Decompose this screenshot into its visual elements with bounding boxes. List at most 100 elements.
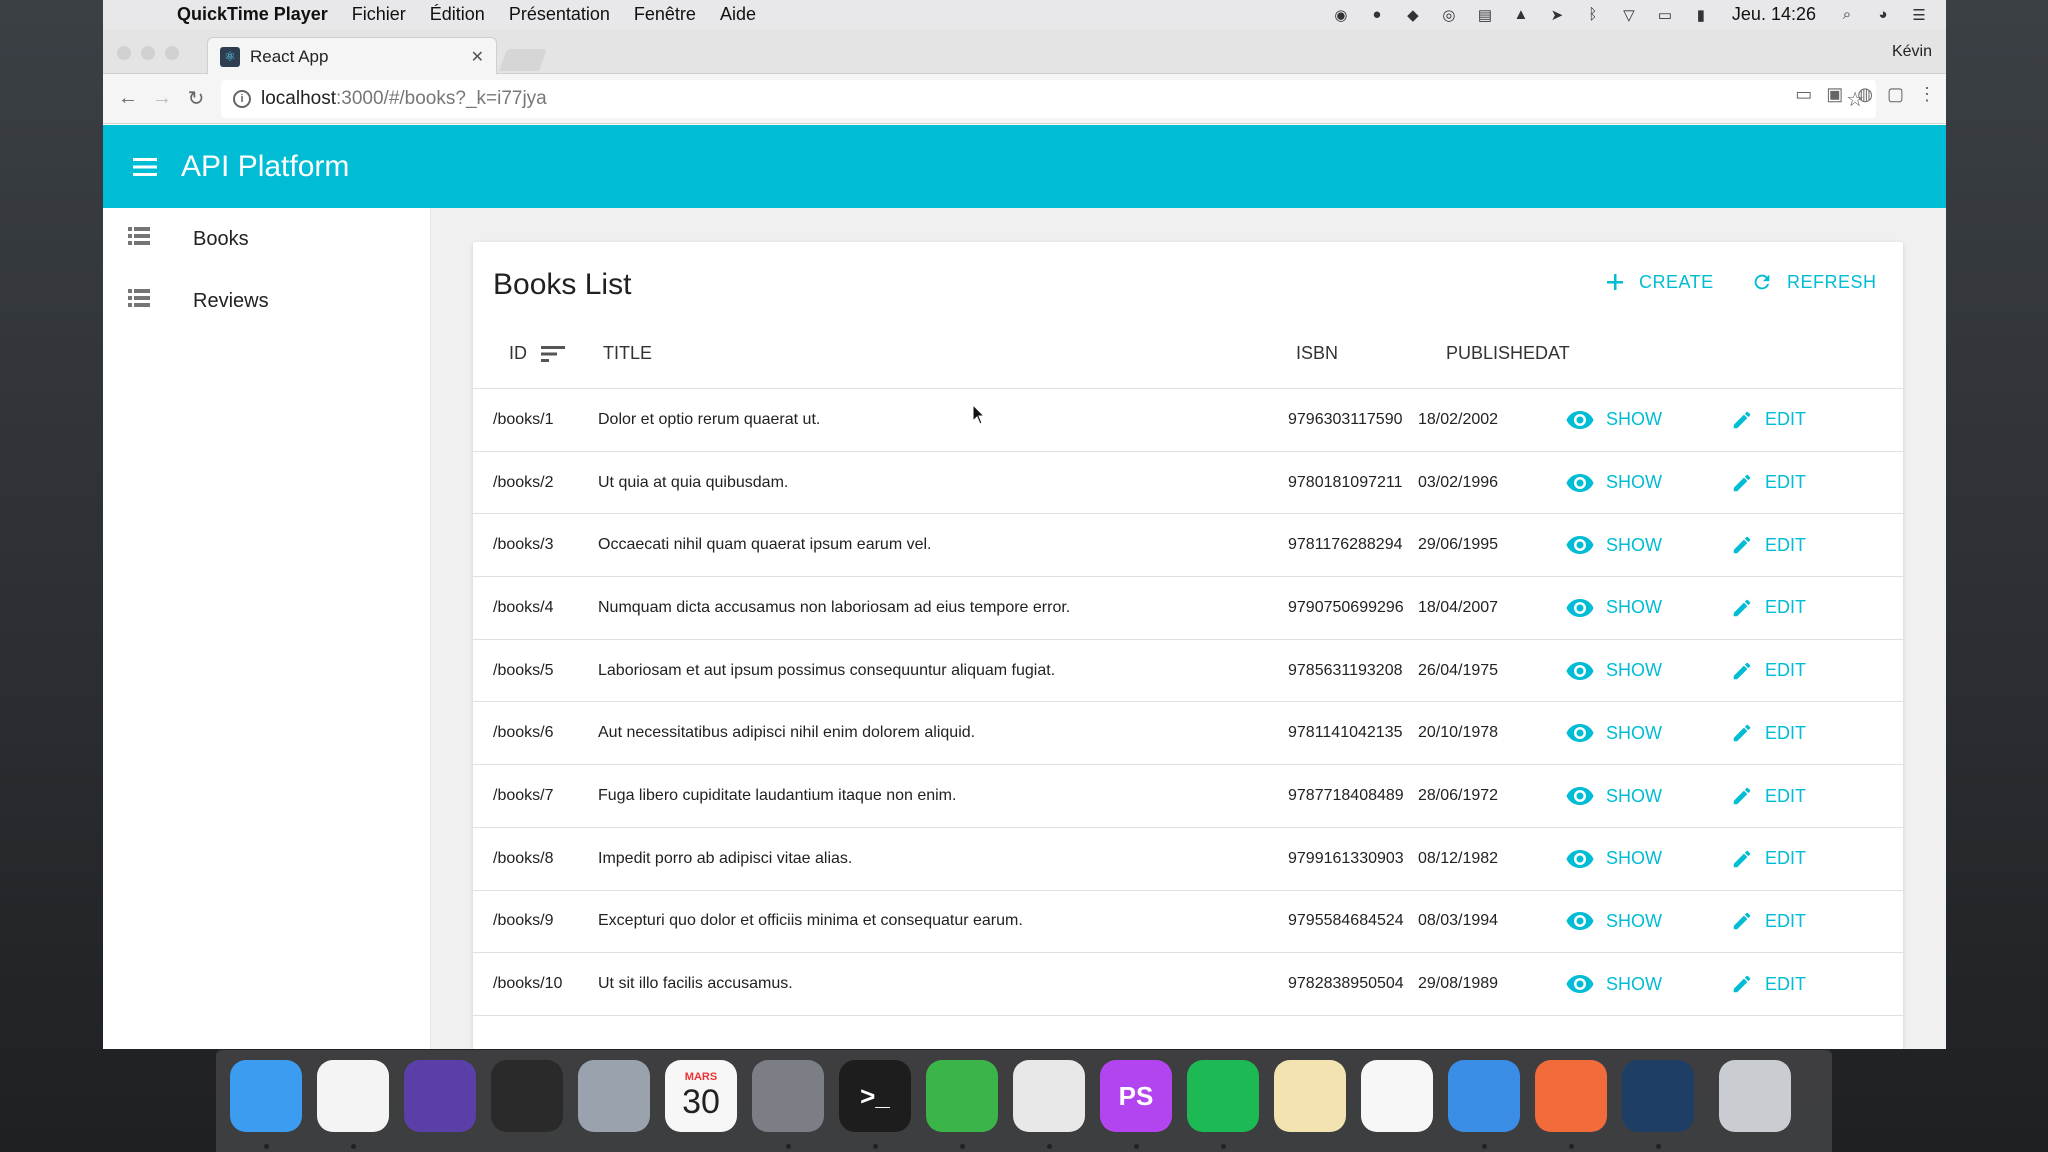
finder-icon[interactable]	[230, 1060, 302, 1132]
table-row[interactable]: /books/6 Aut necessitatibus adipisci nih…	[473, 703, 1903, 766]
extension-icon[interactable]: ▣	[1826, 84, 1843, 105]
evernote-tray-icon[interactable]: ◆	[1402, 6, 1424, 24]
menubar-item-edition[interactable]: Édition	[430, 4, 485, 25]
quicktime-icon[interactable]	[1622, 1060, 1694, 1132]
menubar-item-presentation[interactable]: Présentation	[509, 4, 610, 25]
show-button[interactable]: SHOW	[1566, 703, 1662, 765]
sidebar-item-reviews[interactable]: Reviews	[103, 270, 430, 332]
table-row[interactable]: /books/2 Ut quia at quia quibusdam. 9780…	[473, 452, 1903, 515]
terminal-icon[interactable]: >_	[839, 1060, 911, 1132]
cell-isbn: 9785631193208	[1288, 661, 1403, 679]
extension-3-icon[interactable]: ▢	[1887, 84, 1904, 105]
show-button[interactable]: SHOW	[1566, 577, 1662, 639]
creative-cloud-icon[interactable]: ◎	[1438, 6, 1460, 24]
show-button[interactable]: SHOW	[1566, 953, 1662, 1015]
table-row[interactable]: /books/4 Numquam dicta accusamus non lab…	[473, 577, 1903, 640]
tab-close-icon[interactable]: ✕	[471, 47, 484, 67]
show-button[interactable]: SHOW	[1566, 389, 1662, 451]
window-minimize-button[interactable]	[141, 46, 155, 60]
table-row[interactable]: /books/3 Occaecati nihil quam quaerat ip…	[473, 514, 1903, 578]
edit-label: EDIT	[1765, 597, 1807, 618]
show-button[interactable]: SHOW	[1566, 828, 1662, 890]
photos-icon[interactable]	[317, 1060, 389, 1132]
evernote-icon[interactable]	[926, 1060, 998, 1132]
show-button[interactable]: SHOW	[1566, 514, 1662, 576]
window-zoom-button[interactable]	[165, 46, 179, 60]
table-row[interactable]: /books/10 Ut sit illo facilis accusamus.…	[473, 953, 1903, 1016]
edit-button[interactable]: EDIT	[1731, 703, 1806, 765]
table-row[interactable]: /books/8 Impedit porro ab adipisci vitae…	[473, 828, 1903, 891]
sidebar-item-books[interactable]: Books	[103, 208, 430, 270]
record-icon[interactable]: ◉	[1330, 6, 1352, 24]
site-info-icon[interactable]: i	[233, 90, 251, 108]
column-header-title[interactable]: TITLE	[603, 318, 652, 389]
cast-icon[interactable]: ▭	[1795, 84, 1812, 105]
location-icon[interactable]: ➤	[1546, 6, 1568, 24]
chrome-menu-icon[interactable]: ⋮	[1918, 84, 1936, 105]
airplay-icon[interactable]: ▭	[1654, 6, 1676, 24]
new-tab-button[interactable]	[498, 49, 548, 71]
system-preferences-icon[interactable]	[752, 1060, 824, 1132]
photo-booth-icon[interactable]	[491, 1060, 563, 1132]
edit-button[interactable]: EDIT	[1731, 891, 1806, 953]
sketch-icon[interactable]	[1535, 1060, 1607, 1132]
edit-button[interactable]: EDIT	[1731, 389, 1806, 451]
app-grid-icon[interactable]	[1361, 1060, 1433, 1132]
refresh-button[interactable]: REFRESH	[1751, 266, 1877, 298]
profile-name[interactable]: Kévin	[1892, 43, 1932, 61]
battery-icon[interactable]: ▮	[1690, 6, 1712, 24]
hamburger-menu-icon[interactable]	[129, 151, 161, 183]
menubar-app-name[interactable]: QuickTime Player	[177, 4, 328, 25]
menubar-item-fenetre[interactable]: Fenêtre	[634, 4, 696, 25]
trash-icon[interactable]	[1719, 1060, 1791, 1132]
vpn-icon[interactable]: ●	[1366, 6, 1388, 24]
chrome-icon[interactable]	[1013, 1060, 1085, 1132]
edit-button[interactable]: EDIT	[1731, 953, 1806, 1015]
wifi-icon[interactable]: ▽	[1618, 6, 1640, 24]
menubar-item-aide[interactable]: Aide	[720, 4, 756, 25]
edit-button[interactable]: EDIT	[1731, 828, 1806, 890]
show-button[interactable]: SHOW	[1566, 765, 1662, 827]
edit-button[interactable]: EDIT	[1731, 640, 1806, 702]
table-row[interactable]: /books/1 Dolor et optio rerum quaerat ut…	[473, 389, 1903, 452]
textedit-icon[interactable]	[1274, 1060, 1346, 1132]
address-bar[interactable]: i localhost:3000/#/books?_k=i77jya ☆	[221, 80, 1876, 118]
back-icon[interactable]: ←	[111, 82, 145, 116]
column-header-isbn[interactable]: ISBN	[1296, 318, 1338, 389]
edit-button[interactable]: EDIT	[1731, 514, 1806, 576]
create-button[interactable]: CREATE	[1605, 266, 1714, 298]
keynote-icon[interactable]	[1448, 1060, 1520, 1132]
forward-icon[interactable]: →	[145, 82, 179, 116]
edit-button[interactable]: EDIT	[1731, 452, 1806, 514]
spotify-icon[interactable]	[1187, 1060, 1259, 1132]
launchpad-icon[interactable]	[578, 1060, 650, 1132]
extension-2-icon[interactable]: ◍	[1857, 84, 1873, 105]
siri-menubar-icon[interactable]: ◕	[1872, 6, 1894, 24]
browser-tab[interactable]: ⚛ React App ✕	[207, 37, 497, 75]
edit-label: EDIT	[1765, 472, 1807, 493]
show-button[interactable]: SHOW	[1566, 640, 1662, 702]
menubar-clock[interactable]: Jeu. 14:26	[1732, 4, 1816, 25]
notification-center-icon[interactable]: ☰	[1908, 6, 1930, 24]
table-row[interactable]: /books/9 Excepturi quo dolor et officiis…	[473, 891, 1903, 954]
reload-icon[interactable]: ↻	[179, 82, 213, 116]
edit-button[interactable]: EDIT	[1731, 577, 1806, 639]
column-header-publishedat[interactable]: PUBLISHEDAT	[1446, 318, 1570, 389]
window-close-button[interactable]	[117, 46, 131, 60]
show-button[interactable]: SHOW	[1566, 452, 1662, 514]
calendar-icon[interactable]: MARS 30	[665, 1060, 737, 1132]
docker-icon[interactable]: ▤	[1474, 6, 1496, 24]
edit-label: EDIT	[1765, 848, 1807, 869]
sort-icon[interactable]	[541, 345, 565, 363]
menubar-item-fichier[interactable]: Fichier	[352, 4, 406, 25]
ghost-icon[interactable]: ▲	[1510, 6, 1532, 24]
column-header-id[interactable]: ID	[509, 318, 565, 389]
bluetooth-icon[interactable]: ᛒ	[1582, 6, 1604, 24]
siri-icon[interactable]	[404, 1060, 476, 1132]
spotlight-search-icon[interactable]: ⌕	[1836, 6, 1858, 24]
table-row[interactable]: /books/5 Laboriosam et aut ipsum possimu…	[473, 640, 1903, 703]
table-row[interactable]: /books/7 Fuga libero cupiditate laudanti…	[473, 765, 1903, 828]
edit-button[interactable]: EDIT	[1731, 765, 1806, 827]
show-button[interactable]: SHOW	[1566, 891, 1662, 953]
phpstorm-icon[interactable]: PS	[1100, 1060, 1172, 1132]
